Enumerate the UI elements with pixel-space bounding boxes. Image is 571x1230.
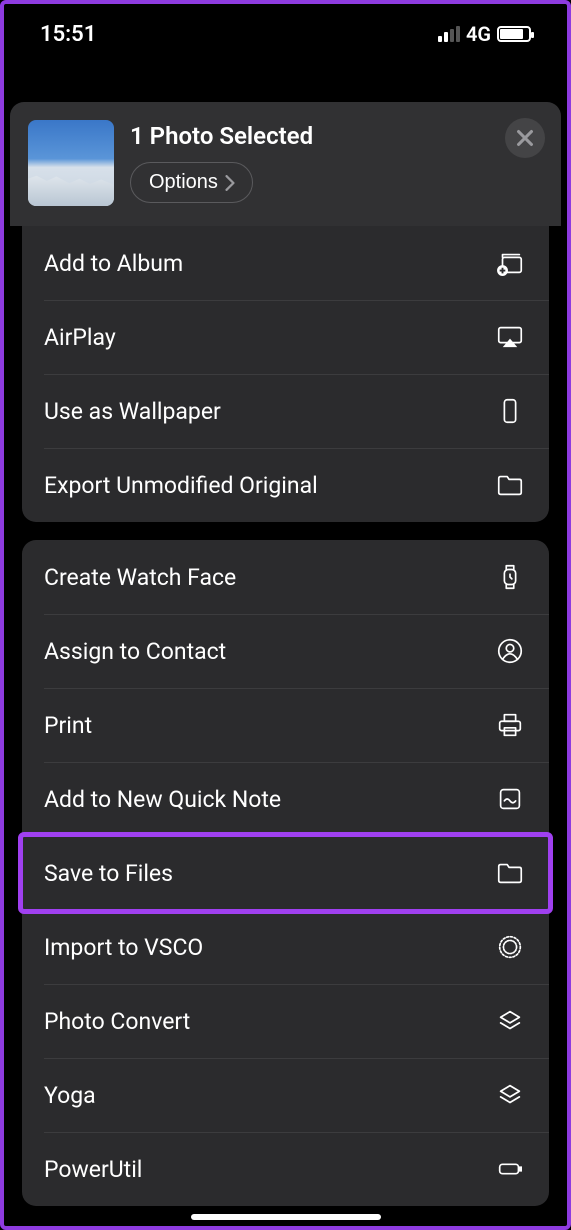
battery-h-icon — [493, 1152, 527, 1186]
share-sheet: 1 Photo Selected Options Add to Album Air… — [10, 102, 561, 1230]
watch-icon — [493, 560, 527, 594]
folder-icon — [493, 856, 527, 890]
action-label: Import to VSCO — [44, 934, 203, 961]
action-label: Yoga — [44, 1082, 96, 1109]
action-label: Use as Wallpaper — [44, 398, 221, 425]
action-label: Photo Convert — [44, 1008, 190, 1035]
actions-group-2: Create Watch Face Assign to Contact Print A… — [22, 540, 549, 1206]
close-button[interactable] — [505, 118, 545, 158]
action-row-print[interactable]: Print — [22, 688, 549, 762]
action-row-photo-convert[interactable]: Photo Convert — [22, 984, 549, 1058]
action-label: Export Unmodified Original — [44, 472, 318, 499]
status-right: 4G — [438, 22, 531, 46]
action-row-powerutil[interactable]: PowerUtil — [22, 1132, 549, 1206]
status-time: 15:51 — [40, 22, 96, 47]
folder-icon — [493, 468, 527, 502]
action-row-assign-contact[interactable]: Assign to Contact — [22, 614, 549, 688]
action-label: Save to Files — [44, 860, 173, 887]
action-label: Assign to Contact — [44, 638, 226, 665]
action-row-wallpaper[interactable]: Use as Wallpaper — [22, 374, 549, 448]
edit-actions-link[interactable]: Edit Actions — [10, 1224, 561, 1230]
album-add-icon — [493, 246, 527, 280]
quicknote-icon — [493, 782, 527, 816]
action-label: Create Watch Face — [44, 564, 236, 591]
vsco-icon — [493, 930, 527, 964]
action-row-export-original[interactable]: Export Unmodified Original — [22, 448, 549, 522]
options-button[interactable]: Options — [130, 162, 253, 203]
phone-icon — [493, 394, 527, 428]
printer-icon — [493, 708, 527, 742]
stack-icon — [493, 1004, 527, 1038]
options-label: Options — [149, 171, 218, 194]
stack-icon — [493, 1078, 527, 1112]
action-label: Add to New Quick Note — [44, 786, 281, 813]
action-row-yoga[interactable]: Yoga — [22, 1058, 549, 1132]
contact-icon — [493, 634, 527, 668]
action-label: Add to Album — [44, 250, 183, 277]
action-label: Print — [44, 712, 92, 739]
selection-title: 1 Photo Selected — [130, 122, 543, 150]
network-label: 4G — [466, 22, 491, 46]
action-row-quick-note[interactable]: Add to New Quick Note — [22, 762, 549, 836]
photo-thumbnail[interactable] — [28, 120, 114, 206]
action-row-airplay[interactable]: AirPlay — [22, 300, 549, 374]
cellular-signal-icon — [438, 26, 460, 42]
close-icon — [516, 129, 534, 147]
action-row-add-to-album[interactable]: Add to Album — [22, 226, 549, 300]
status-bar: 15:51 4G — [0, 0, 571, 60]
actions-group-1: Add to Album AirPlay Use as Wallpaper Expor… — [22, 226, 549, 522]
chevron-right-icon — [224, 175, 236, 191]
action-row-import-vsco[interactable]: Import to VSCO — [22, 910, 549, 984]
action-row-save-files[interactable]: Save to Files — [22, 836, 549, 910]
home-indicator[interactable] — [191, 1214, 381, 1220]
action-label: AirPlay — [44, 324, 116, 351]
sheet-header: 1 Photo Selected Options — [10, 102, 561, 226]
action-label: PowerUtil — [44, 1156, 142, 1183]
action-row-watch-face[interactable]: Create Watch Face — [22, 540, 549, 614]
battery-icon — [497, 26, 531, 42]
airplay-icon — [493, 320, 527, 354]
